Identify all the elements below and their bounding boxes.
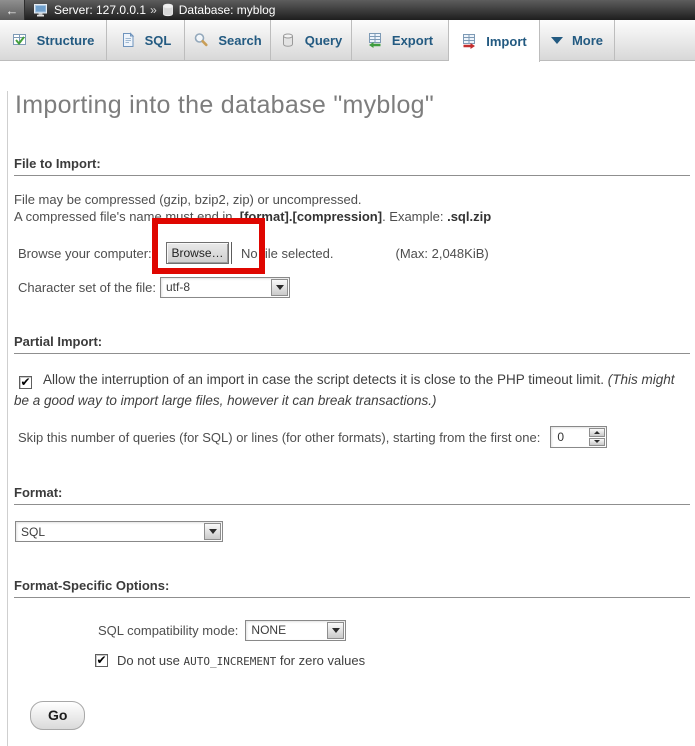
file-import-description: File may be compressed (gzip, bzip2, zip… xyxy=(14,191,693,225)
auto-increment-text: Do not use AUTO_INCREMENT for zero value… xyxy=(117,653,365,668)
dropdown-arrow-icon[interactable] xyxy=(271,279,288,296)
auto-increment-code: AUTO_INCREMENT xyxy=(184,655,277,668)
tab-bar-filler xyxy=(615,20,695,60)
charset-select[interactable]: utf-8 xyxy=(160,277,290,298)
tab-import-label: Import xyxy=(486,34,526,49)
max-upload-size: (Max: 2,048KiB) xyxy=(396,246,489,261)
page-title: Importing into the database "myblog" xyxy=(15,91,693,120)
query-icon xyxy=(280,32,296,48)
filename-rule-mid: . Example: xyxy=(382,209,447,224)
breadcrumb-separator: » xyxy=(150,3,157,17)
no-file-selected-text: No file selected. xyxy=(241,246,334,261)
allow-interruption-text: Allow the interruption of an import in c… xyxy=(43,372,608,387)
export-icon xyxy=(367,32,383,48)
sql-compatibility-label: SQL compatibility mode: xyxy=(98,623,238,638)
format-select-value: SQL xyxy=(16,525,203,539)
tab-more[interactable]: More xyxy=(540,20,615,60)
browse-label: Browse your computer: xyxy=(18,246,166,261)
section-heading-format-specific-options: Format-Specific Options: xyxy=(14,578,690,598)
charset-label: Character set of the file: xyxy=(18,280,160,295)
breadcrumb-bar: ← Server: 127.0.0.1 » Database: myblog xyxy=(0,0,695,20)
dropdown-arrow-icon[interactable] xyxy=(327,622,344,639)
import-icon xyxy=(461,33,477,49)
tab-structure[interactable]: Structure xyxy=(0,20,107,60)
spinner-up-button[interactable] xyxy=(589,428,605,437)
skip-queries-input[interactable]: 0 xyxy=(550,426,607,448)
filename-rule-format: .[format].[compression] xyxy=(236,209,382,224)
number-spinner xyxy=(589,428,605,446)
database-icon xyxy=(162,3,174,17)
skip-queries-row: Skip this number of queries (for SQL) or… xyxy=(14,425,693,449)
server-icon xyxy=(34,3,49,18)
sql-icon xyxy=(120,32,136,48)
file-input-separator xyxy=(231,242,232,264)
sql-compatibility-select[interactable]: NONE xyxy=(245,620,346,641)
structure-icon xyxy=(12,32,28,48)
allow-interruption-row: Allow the interruption of an import in c… xyxy=(14,369,692,411)
auto-increment-row: Do not use AUTO_INCREMENT for zero value… xyxy=(95,652,693,668)
sql-compatibility-value: NONE xyxy=(246,623,326,637)
tab-bar: Structure SQL Search xyxy=(0,20,695,61)
charset-row: Character set of the file: utf-8 xyxy=(14,276,693,298)
tab-query[interactable]: Query xyxy=(271,20,352,60)
main-content: Importing into the database "myblog" Fil… xyxy=(7,91,695,746)
dropdown-arrow-icon[interactable] xyxy=(204,523,221,540)
breadcrumb-server[interactable]: Server: 127.0.0.1 xyxy=(54,3,146,17)
breadcrumb-database[interactable]: Database: myblog xyxy=(179,3,276,17)
skip-queries-value: 0 xyxy=(551,430,589,444)
tab-search-label: Search xyxy=(218,33,261,48)
skip-queries-label: Skip this number of queries (for SQL) or… xyxy=(18,430,540,445)
browse-row: Browse your computer: Browse… No file se… xyxy=(14,241,693,265)
tab-structure-label: Structure xyxy=(37,33,95,48)
sql-compatibility-row: SQL compatibility mode: NONE xyxy=(98,619,693,641)
filename-rule-prefix: A compressed file's name must end in xyxy=(14,209,236,224)
tab-sql[interactable]: SQL xyxy=(107,20,185,60)
chevron-down-icon xyxy=(551,37,563,44)
tab-sql-label: SQL xyxy=(145,33,172,48)
tab-export-label: Export xyxy=(392,33,433,48)
tab-import[interactable]: Import xyxy=(449,20,540,62)
search-icon xyxy=(193,32,209,48)
tab-query-label: Query xyxy=(305,33,343,48)
section-heading-file-to-import: File to Import: xyxy=(14,156,690,176)
allow-interruption-checkbox[interactable] xyxy=(19,376,32,389)
format-select[interactable]: SQL xyxy=(15,521,223,542)
charset-select-value: utf-8 xyxy=(161,280,270,294)
tab-search[interactable]: Search xyxy=(185,20,271,60)
back-button[interactable]: ← xyxy=(0,0,25,20)
spinner-down-button[interactable] xyxy=(589,438,605,447)
browse-button[interactable]: Browse… xyxy=(166,242,229,264)
back-arrow-icon: ← xyxy=(6,3,19,18)
auto-increment-checkbox[interactable] xyxy=(95,654,108,667)
filename-rule-example: .sql.zip xyxy=(447,209,491,224)
tab-export[interactable]: Export xyxy=(352,20,449,60)
section-heading-format: Format: xyxy=(14,485,690,505)
compression-info-line: File may be compressed (gzip, bzip2, zip… xyxy=(14,192,362,207)
tab-more-label: More xyxy=(572,33,603,48)
section-heading-partial-import: Partial Import: xyxy=(14,334,690,354)
